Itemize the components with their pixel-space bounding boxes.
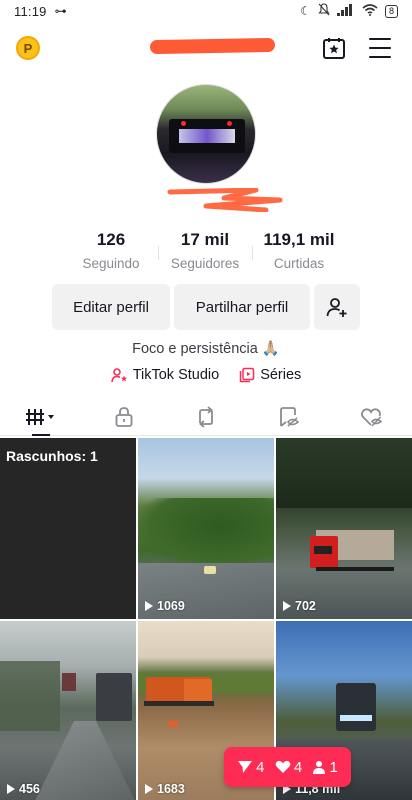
studio-person-star-icon	[110, 368, 127, 383]
view-count: 702	[283, 599, 316, 613]
stat-likes[interactable]: 119,1 mil Curtidas	[252, 230, 346, 271]
shares-value: 4	[256, 758, 265, 776]
moon-icon: ☾	[300, 4, 311, 18]
stat-label: Seguidores	[170, 256, 240, 271]
wifi-icon	[362, 3, 378, 19]
coin-icon[interactable]: P	[16, 36, 40, 60]
followers-value: 1	[329, 758, 338, 776]
profile-links: TikTok Studio Séries	[0, 367, 412, 383]
redacted-username	[149, 37, 276, 55]
series-link[interactable]: Séries	[239, 367, 301, 383]
tiktok-studio-link[interactable]: TikTok Studio	[110, 367, 220, 383]
likes-value: 4	[293, 758, 303, 776]
activity-notification[interactable]: 4 4 1	[224, 747, 351, 787]
shares-count: 4	[237, 758, 265, 776]
battery-icon: 8	[384, 4, 398, 18]
add-friend-button[interactable]	[314, 284, 360, 330]
followers-count: 1	[312, 758, 338, 776]
profile-header: P	[0, 30, 412, 66]
tab-favorites[interactable]	[247, 398, 329, 435]
add-user-icon	[326, 298, 347, 317]
share-profile-button[interactable]: Partilhar perfil	[174, 284, 310, 330]
status-bar: 11:19 ⊶ ☾ 8	[0, 0, 412, 22]
likes-count: 4	[275, 759, 302, 776]
redacted-handle	[167, 188, 283, 212]
video-thumbnail[interactable]: 1069	[138, 438, 274, 619]
stat-divider	[252, 246, 253, 260]
drafts-label: Rascunhos: 1	[6, 448, 98, 464]
tab-reposts[interactable]	[165, 398, 247, 435]
series-label: Séries	[260, 367, 302, 383]
play-icon	[145, 784, 153, 794]
stat-value: 119,1 mil	[263, 230, 335, 249]
signal-icon	[336, 3, 355, 19]
edit-profile-button[interactable]: Editar perfil	[52, 284, 170, 330]
calendar-star-icon[interactable]	[322, 36, 346, 60]
view-count-value: 456	[19, 782, 40, 796]
view-count: 1683	[145, 782, 185, 796]
avatar[interactable]	[156, 84, 256, 184]
grid-bars-icon	[26, 408, 55, 425]
stat-value: 17 mil	[180, 230, 230, 249]
send-icon	[238, 761, 253, 773]
key-icon: ⊶	[54, 4, 67, 18]
stat-followers[interactable]: 17 mil Seguidores	[158, 230, 252, 271]
play-icon	[145, 601, 153, 611]
play-icon	[7, 784, 15, 794]
status-icons: ☾ 8	[300, 3, 398, 19]
video-thumbnail[interactable]: 702	[276, 438, 412, 619]
bookmark-hidden-icon	[280, 406, 300, 427]
stat-value: 126	[96, 230, 126, 249]
play-icon	[283, 601, 291, 611]
tab-videos[interactable]	[0, 398, 82, 436]
heart-hidden-icon	[360, 407, 382, 427]
video-grid: Rascunhos: 1 1069 702 456 1683 11,8 mil	[0, 438, 412, 800]
view-count-value: 1683	[157, 782, 185, 796]
stat-label: Curtidas	[273, 256, 325, 271]
view-count: 1069	[145, 599, 185, 613]
tiktok-studio-label: TikTok Studio	[132, 367, 220, 383]
content-tabs	[0, 398, 412, 436]
heart-icon	[275, 760, 291, 773]
view-count-value: 1069	[157, 599, 185, 613]
view-count: 456	[7, 782, 40, 796]
bell-muted-icon	[318, 3, 330, 19]
tab-private[interactable]	[82, 398, 164, 435]
person-icon	[313, 761, 326, 774]
drafts-tile[interactable]: Rascunhos: 1	[0, 438, 136, 619]
status-time: 11:19	[14, 3, 47, 19]
tab-liked[interactable]	[330, 398, 412, 435]
profile-bio: Foco e persistência 🙏🏼	[132, 341, 280, 357]
profile-stats: 126 Seguindo 17 mil Seguidores 119,1 mil…	[64, 230, 348, 271]
lock-icon	[115, 406, 133, 427]
stat-following[interactable]: 126 Seguindo	[64, 230, 158, 271]
stat-divider	[158, 246, 159, 260]
stat-label: Seguindo	[82, 256, 140, 271]
menu-icon[interactable]	[369, 38, 391, 58]
view-count-value: 702	[295, 599, 316, 613]
repost-icon	[199, 405, 213, 428]
series-icon	[239, 367, 255, 383]
video-thumbnail[interactable]: 456	[0, 621, 136, 800]
